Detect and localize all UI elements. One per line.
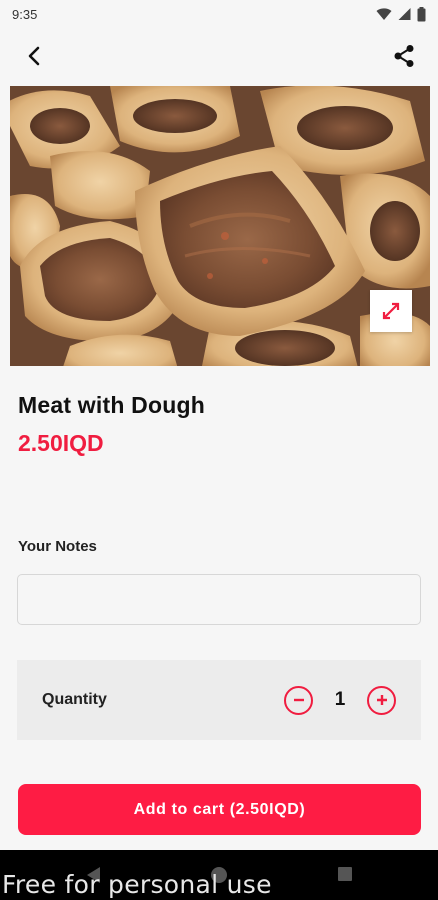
- quantity-stepper: 1: [284, 685, 396, 715]
- battery-icon: [417, 6, 426, 21]
- decrease-quantity-button[interactable]: [284, 685, 313, 715]
- product-name: Meat with Dough: [18, 392, 205, 418]
- status-bar: 9:35: [0, 0, 438, 28]
- minus-icon: [293, 698, 304, 702]
- expand-image-button[interactable]: [370, 290, 412, 332]
- notes-input[interactable]: [17, 574, 421, 625]
- add-to-cart-button[interactable]: Add to cart (2.50IQD): [18, 784, 421, 835]
- notes-label: Your Notes: [18, 538, 97, 555]
- expand-icon: [382, 302, 400, 320]
- watermark: Free for personal use: [2, 870, 272, 899]
- share-icon: [394, 45, 414, 67]
- status-time: 9:35: [12, 6, 38, 22]
- plus-icon: [376, 695, 387, 705]
- app-bar: [0, 30, 438, 82]
- quantity-value: 1: [334, 689, 346, 710]
- status-icons: [376, 6, 426, 22]
- increase-quantity-button[interactable]: [367, 685, 396, 715]
- back-arrow-icon: [28, 46, 40, 66]
- product-image: [10, 86, 430, 366]
- wifi-icon: [376, 8, 392, 20]
- nav-recent-icon[interactable]: [337, 866, 353, 882]
- share-button[interactable]: [388, 40, 420, 72]
- product-photo: [10, 86, 430, 366]
- quantity-label: Quantity: [42, 691, 107, 708]
- signal-icon: [398, 8, 411, 20]
- quantity-panel: Quantity 1: [17, 660, 421, 740]
- back-button[interactable]: [18, 40, 50, 72]
- product-price: 2.50IQD: [18, 430, 104, 456]
